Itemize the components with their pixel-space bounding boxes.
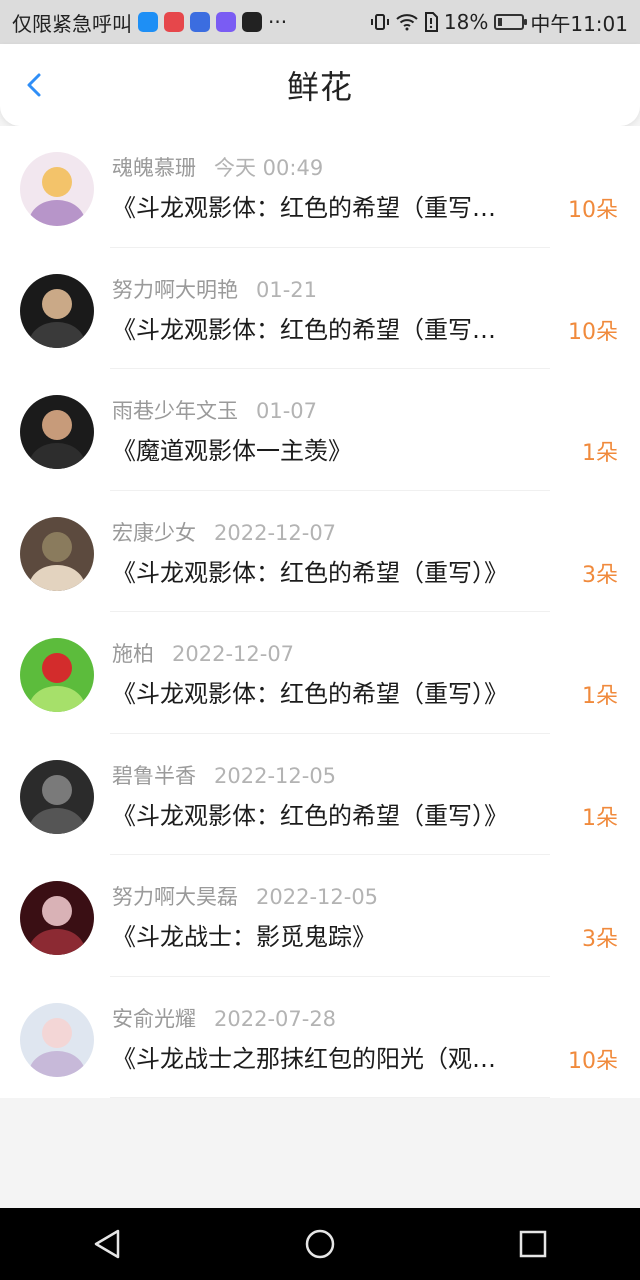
item-date: 2022-12-05: [256, 885, 379, 909]
status-left: 仅限紧急呼叫 ···: [12, 8, 287, 37]
item-meta: 魂魄慕珊 今天 00:49: [112, 152, 323, 182]
book-title[interactable]: 《斗龙观影体：红色的希望（重写）》: [112, 674, 544, 709]
nav-back-button[interactable]: [87, 1224, 127, 1264]
list-item[interactable]: 碧鲁半香 2022-12-05 《斗龙观影体：红色的希望（重写）》 1朵: [0, 734, 640, 855]
avatar[interactable]: [20, 1002, 94, 1077]
book-title[interactable]: 《斗龙观影体：红色的希望（重写…: [112, 310, 544, 345]
flower-count: 3朵: [582, 562, 618, 588]
battery-icon: [494, 14, 528, 30]
app-header: 鲜花: [0, 44, 640, 126]
baidu-icon: [190, 12, 210, 32]
item-meta: 施柏 2022-12-07: [112, 638, 294, 668]
item-meta: 努力啊大明艳 01-21: [112, 274, 317, 304]
nav-recent-button[interactable]: [513, 1224, 553, 1264]
item-date: 2022-12-07: [214, 520, 337, 545]
nav-home-button[interactable]: [300, 1224, 340, 1264]
list-item[interactable]: 努力啊大明艳 01-21 《斗龙观影体：红色的希望（重写… 10朵: [0, 248, 640, 369]
wifi-icon: [396, 14, 418, 31]
sim-alert-icon: [424, 12, 438, 32]
user-name[interactable]: 碧鲁半香: [112, 764, 196, 788]
flower-count: 3朵: [582, 927, 618, 952]
flower-count: 10朵: [568, 1048, 618, 1074]
list-item[interactable]: 宏康少女 2022-12-07 《斗龙观影体：红色的希望（重写）》 3朵: [0, 491, 640, 612]
status-time: 中午11:01: [530, 11, 628, 36]
flower-count: 10朵: [568, 198, 618, 223]
item-meta: 努力啊大昊磊 2022-12-05: [112, 881, 378, 911]
list-item[interactable]: 努力啊大昊磊 2022-12-05 《斗龙战士：影觅鬼踪》 3朵: [0, 855, 640, 977]
item-meta: 雨巷少年文玉 01-07: [112, 395, 317, 425]
list-item[interactable]: 施柏 2022-12-07 《斗龙观影体：红色的希望（重写）》 1朵: [0, 612, 640, 734]
user-name[interactable]: 安俞光耀: [112, 1007, 196, 1031]
book-title[interactable]: 《斗龙战士：影觅鬼踪》: [112, 917, 544, 952]
chat-icon: [216, 12, 236, 32]
flower-count: 1朵: [582, 441, 618, 466]
zhihu-icon: [138, 12, 158, 32]
user-name[interactable]: 雨巷少年文玉: [112, 399, 238, 423]
item-meta: 安俞光耀 2022-07-28: [112, 1003, 336, 1033]
avatar[interactable]: [20, 395, 94, 469]
avatar[interactable]: [20, 638, 94, 712]
list-item[interactable]: 魂魄慕珊 今天 00:49 《斗龙观影体：红色的希望（重写… 10朵: [0, 126, 640, 248]
circle-home-icon: [305, 1229, 335, 1259]
chevron-left-icon[interactable]: [22, 72, 48, 98]
item-date: 01-07: [256, 399, 318, 423]
list-item[interactable]: 雨巷少年文玉 01-07 《魔道观影体一主羡》 1朵: [0, 369, 640, 491]
flower-count: 10朵: [568, 319, 618, 345]
tiktok-icon: [242, 12, 262, 32]
book-title[interactable]: 《斗龙观影体：红色的希望（重写…: [112, 188, 544, 223]
weibo-icon: [164, 12, 184, 32]
flower-count: 1朵: [582, 684, 618, 709]
more-indicator: ···: [268, 10, 288, 34]
page-title: 鲜花: [286, 68, 353, 106]
book-title[interactable]: 《斗龙观影体：红色的希望（重写）》: [112, 796, 544, 831]
item-date: 2022-07-28: [214, 1006, 337, 1031]
avatar[interactable]: [20, 759, 94, 834]
item-meta: 碧鲁半香 2022-12-05: [112, 760, 336, 790]
divider: [110, 1097, 550, 1098]
item-date: 01-21: [256, 277, 318, 302]
item-date: 今天 00:49: [214, 156, 324, 180]
status-bar: 仅限紧急呼叫 ··· 18% 中午11:01: [0, 0, 640, 44]
status-right: 18% 中午11:01: [370, 8, 628, 37]
user-name[interactable]: 努力啊大昊磊: [112, 885, 238, 909]
flower-count: 1朵: [582, 805, 618, 831]
book-title[interactable]: 《斗龙观影体：红色的希望（重写）》: [112, 553, 544, 588]
user-name[interactable]: 施柏: [112, 642, 154, 666]
item-meta: 宏康少女 2022-12-07: [112, 517, 336, 547]
book-title[interactable]: 《魔道观影体一主羡》: [112, 431, 544, 466]
book-title[interactable]: 《斗龙战士之那抹红包的阳光（观…: [112, 1039, 544, 1074]
avatar[interactable]: [20, 152, 94, 226]
user-name[interactable]: 宏康少女: [112, 521, 196, 545]
system-nav-bar: [0, 1208, 640, 1280]
user-name[interactable]: 努力啊大明艳: [112, 278, 238, 302]
battery-percent: 18%: [443, 10, 489, 34]
triangle-back-icon: [94, 1229, 119, 1259]
user-name[interactable]: 魂魄慕珊: [112, 156, 196, 180]
avatar[interactable]: [20, 273, 94, 348]
avatar[interactable]: [20, 881, 94, 955]
item-date: 2022-12-05: [214, 763, 337, 788]
list-item[interactable]: 安俞光耀 2022-07-28 《斗龙战士之那抹红包的阳光（观… 10朵: [0, 977, 640, 1098]
battery-level: [498, 18, 503, 26]
emergency-call-text: 仅限紧急呼叫: [12, 11, 132, 36]
item-date: 2022-12-07: [172, 642, 295, 666]
avatar[interactable]: [20, 516, 94, 591]
flower-list: 魂魄慕珊 今天 00:49 《斗龙观影体：红色的希望（重写… 10朵 努力啊大明艳 01-…: [0, 126, 640, 1098]
square-recent-icon: [520, 1230, 547, 1258]
vibrate-icon: [370, 14, 389, 30]
